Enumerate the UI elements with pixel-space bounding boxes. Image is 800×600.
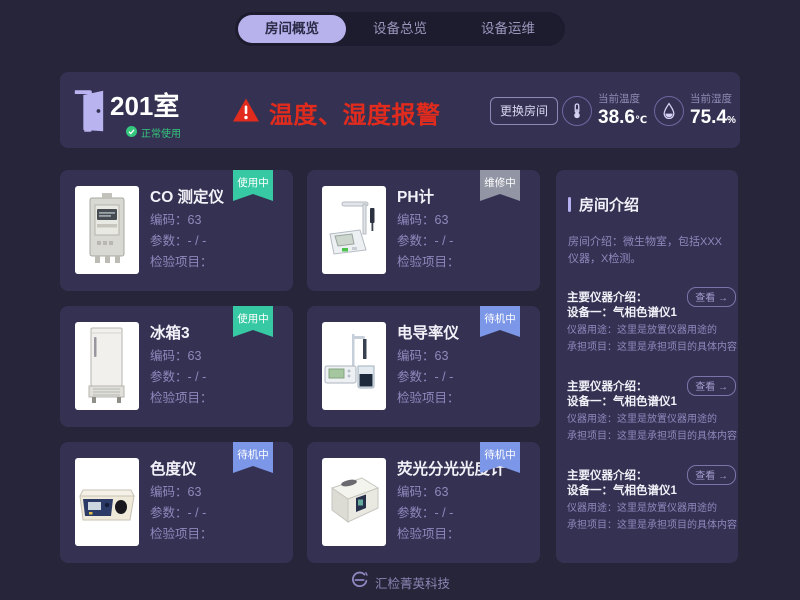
instrument-section: 主要仪器介绍： 查看 → 设备一：气相色谱仪1 仪器用途：这里是放置仪器用途的 … bbox=[567, 288, 736, 356]
door-icon bbox=[72, 88, 106, 139]
device-items: 检验项目： bbox=[150, 252, 213, 273]
device-details: 编码：63 参数：- / - 检验项目： bbox=[150, 346, 213, 409]
device-image-ph-meter bbox=[322, 186, 386, 274]
temperature-label: 当前温度 bbox=[598, 91, 647, 106]
device-card-conductivity-meter[interactable]: 电导率仪 编码：63 参数：- / - 检验项目： 待机中 bbox=[307, 306, 540, 427]
device-image-co-meter bbox=[75, 186, 139, 274]
device-name: CO 测定仪 bbox=[150, 185, 224, 207]
swirl-logo-icon bbox=[350, 570, 370, 595]
device-card-ph-meter[interactable]: PH计 编码：63 参数：- / - 检验项目： 维修中 bbox=[307, 170, 540, 291]
device-items: 检验项目： bbox=[150, 524, 213, 545]
device-params: 参数：- / - bbox=[150, 503, 213, 524]
warning-triangle-icon bbox=[232, 97, 260, 128]
thermometer-icon bbox=[562, 96, 592, 126]
section-project: 承担项目：这里是承担项目的具体内容 bbox=[567, 339, 736, 356]
device-code: 编码：63 bbox=[150, 482, 213, 503]
device-details: 编码：63 参数：- / - 检验项目： bbox=[397, 346, 460, 409]
room-status-badge: 正常使用 bbox=[126, 125, 181, 140]
section-heading: 主要仪器介绍： bbox=[567, 467, 648, 483]
device-details: 编码：63 参数：- / - 检验项目： bbox=[397, 482, 460, 545]
device-card-co-meter[interactable]: CO 测定仪 编码：63 参数：- / - 检验项目： 使用中 bbox=[60, 170, 293, 291]
device-details: 编码：63 参数：- / - 检验项目： bbox=[150, 482, 213, 545]
device-params: 参数：- / - bbox=[150, 367, 213, 388]
device-params: 参数：- / - bbox=[397, 231, 460, 252]
room-intro-panel: 房间介绍 房间介绍：微生物室，包括XXX仪器，X检测。 主要仪器介绍： 查看 →… bbox=[556, 170, 738, 563]
current-humidity: 当前湿度 75.4% bbox=[690, 91, 736, 129]
device-name: PH计 bbox=[397, 185, 434, 207]
device-code: 编码：63 bbox=[150, 346, 213, 367]
status-badge: 使用中 bbox=[233, 306, 273, 337]
device-details: 编码：63 参数：- / - 检验项目： bbox=[397, 210, 460, 273]
view-button[interactable]: 查看 → bbox=[687, 465, 736, 485]
device-code: 编码：63 bbox=[397, 210, 460, 231]
change-room-button[interactable]: 更换房间 bbox=[490, 97, 558, 125]
device-name: 色度仪 bbox=[150, 457, 197, 479]
device-card-fluorometer[interactable]: 荧光分光光度计 编码：63 参数：- / - 检验项目： 待机中 bbox=[307, 442, 540, 563]
device-items: 检验项目： bbox=[150, 388, 213, 409]
status-badge: 维修中 bbox=[480, 170, 520, 201]
section-usage: 仪器用途：这里是放置仪器用途的 bbox=[567, 500, 736, 517]
top-tabbar: 房间概览 设备总览 设备运维 bbox=[235, 12, 565, 46]
current-temperature: 当前温度 38.6℃ bbox=[598, 91, 647, 129]
temperature-value: 38.6℃ bbox=[598, 107, 647, 129]
alarm-banner: 温度、湿度报警 bbox=[232, 95, 441, 130]
device-image-colorimeter bbox=[75, 458, 139, 546]
section-heading: 主要仪器介绍： bbox=[567, 289, 648, 305]
section-project: 承担项目：这里是承担项目的具体内容 bbox=[567, 517, 736, 534]
status-badge: 使用中 bbox=[233, 170, 273, 201]
view-button[interactable]: 查看 → bbox=[687, 287, 736, 307]
footer: 汇检菁英科技 bbox=[0, 570, 800, 595]
section-device: 设备一：气相色谱仪1 bbox=[567, 483, 736, 500]
device-items: 检验项目： bbox=[397, 388, 460, 409]
tab-device-overview[interactable]: 设备总览 bbox=[346, 15, 454, 43]
alarm-text: 温度、湿度报警 bbox=[269, 95, 441, 130]
instrument-section: 主要仪器介绍： 查看 → 设备一：气相色谱仪1 仪器用途：这里是放置仪器用途的 … bbox=[567, 377, 736, 445]
device-params: 参数：- / - bbox=[150, 231, 213, 252]
device-image-conductivity-meter bbox=[322, 322, 386, 410]
humidity-unit: % bbox=[727, 115, 736, 126]
tab-room-overview[interactable]: 房间概览 bbox=[238, 15, 346, 43]
status-badge: 待机中 bbox=[233, 442, 273, 473]
brand-name: 汇检菁英科技 bbox=[375, 573, 450, 592]
humidity-value: 75.4% bbox=[690, 107, 736, 129]
device-code: 编码：63 bbox=[397, 346, 460, 367]
section-usage: 仪器用途：这里是放置仪器用途的 bbox=[567, 322, 736, 339]
section-heading: 主要仪器介绍： bbox=[567, 378, 648, 394]
device-code: 编码：63 bbox=[150, 210, 213, 231]
room-intro-text: 房间介绍：微生物室，包括XXX仪器，X检测。 bbox=[568, 234, 728, 268]
device-items: 检验项目： bbox=[397, 252, 460, 273]
device-card-grid: CO 测定仪 编码：63 参数：- / - 检验项目： 使用中 PH计 编码：6… bbox=[60, 170, 540, 563]
device-image-fluorometer bbox=[322, 458, 386, 546]
status-badge: 待机中 bbox=[480, 306, 520, 337]
room-title: 201室 bbox=[110, 86, 179, 123]
room-header-panel: 201室 正常使用 温度、湿度报警 更换房间 当前温度 38.6℃ bbox=[60, 72, 740, 148]
device-details: 编码：63 参数：- / - 检验项目： bbox=[150, 210, 213, 273]
device-card-colorimeter[interactable]: 色度仪 编码：63 参数：- / - 检验项目： 待机中 bbox=[60, 442, 293, 563]
temperature-unit: ℃ bbox=[635, 115, 647, 126]
section-usage: 仪器用途：这里是放置仪器用途的 bbox=[567, 411, 736, 428]
device-name: 电导率仪 bbox=[397, 321, 459, 343]
room-intro-title: 房间介绍 bbox=[579, 194, 639, 215]
tab-device-maintenance[interactable]: 设备运维 bbox=[454, 15, 562, 43]
device-items: 检验项目： bbox=[397, 524, 460, 545]
instrument-sections: 主要仪器介绍： 查看 → 设备一：气相色谱仪1 仪器用途：这里是放置仪器用途的 … bbox=[567, 288, 736, 555]
room-intro-header: 房间介绍 bbox=[568, 194, 639, 215]
section-device: 设备一：气相色谱仪1 bbox=[567, 305, 736, 322]
room-status-text: 正常使用 bbox=[141, 125, 181, 140]
humidity-label: 当前湿度 bbox=[690, 91, 736, 106]
check-circle-icon bbox=[126, 126, 137, 140]
device-name: 冰箱3 bbox=[150, 321, 190, 343]
section-device: 设备一：气相色谱仪1 bbox=[567, 394, 736, 411]
instrument-section: 主要仪器介绍： 查看 → 设备一：气相色谱仪1 仪器用途：这里是放置仪器用途的 … bbox=[567, 466, 736, 534]
section-project: 承担项目：这里是承担项目的具体内容 bbox=[567, 428, 736, 445]
accent-bar bbox=[568, 197, 571, 212]
device-code: 编码：63 bbox=[397, 482, 460, 503]
view-button[interactable]: 查看 → bbox=[687, 376, 736, 396]
device-params: 参数：- / - bbox=[397, 367, 460, 388]
device-image-fridge bbox=[75, 322, 139, 410]
droplet-icon bbox=[654, 96, 684, 126]
device-card-fridge[interactable]: 冰箱3 编码：63 参数：- / - 检验项目： 使用中 bbox=[60, 306, 293, 427]
device-params: 参数：- / - bbox=[397, 503, 460, 524]
